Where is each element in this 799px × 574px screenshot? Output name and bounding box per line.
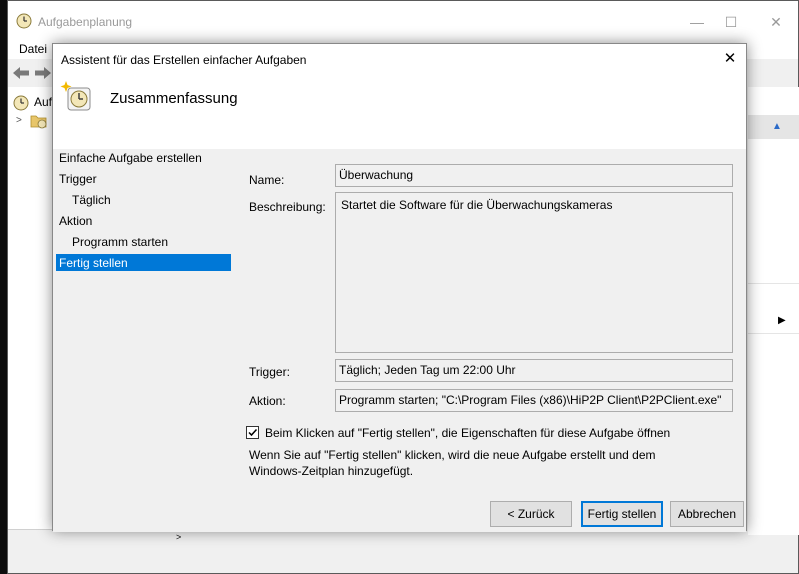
main-window-title: Aufgabenplanung <box>38 15 133 29</box>
scroll-right-icon[interactable]: > <box>176 532 181 542</box>
clock-icon <box>16 13 32 29</box>
divider <box>748 333 799 334</box>
clock-sparkle-icon <box>60 81 91 111</box>
step-aktion[interactable]: Aktion <box>59 214 92 228</box>
actions-pane-header[interactable]: ▲ <box>748 115 799 139</box>
trigger-field[interactable]: Täglich; Jeden Tag um 22:00 Uhr <box>335 359 733 382</box>
description-label: Beschreibung: <box>249 200 326 214</box>
cancel-button[interactable]: Abbrechen <box>670 501 744 527</box>
chevron-right-icon[interactable]: > <box>16 115 22 126</box>
wizard-body: Einfache Aufgabe erstellen Trigger Tägli… <box>53 149 746 532</box>
trigger-label: Trigger: <box>249 365 290 379</box>
wizard-dialog: Assistent für das Erstellen einfacher Au… <box>52 43 747 532</box>
open-properties-label[interactable]: Beim Klicken auf "Fertig stellen", die E… <box>265 426 670 440</box>
expand-right-icon[interactable]: ▶ <box>778 315 786 326</box>
step-einfache-aufgabe[interactable]: Einfache Aufgabe erstellen <box>59 151 202 165</box>
step-trigger[interactable]: Trigger <box>59 172 97 186</box>
folder-clock-icon[interactable] <box>30 113 48 129</box>
step-taeglich[interactable]: Täglich <box>72 193 111 207</box>
wizard-heading: Zusammenfassung <box>110 90 238 107</box>
collapse-up-icon[interactable]: ▲ <box>772 121 782 132</box>
description-field[interactable]: Startet die Software für die Überwachung… <box>335 192 733 353</box>
action-field[interactable]: Programm starten; "C:\Program Files (x86… <box>335 389 733 412</box>
back-button[interactable]: < Zurück <box>490 501 572 527</box>
step-fertig-stellen[interactable]: Fertig stellen <box>56 254 231 271</box>
main-titlebar: Aufgabenplanung — ☐ ✕ <box>8 1 798 39</box>
menu-datei[interactable]: Datei <box>19 42 47 56</box>
close-button[interactable]: ✕ <box>717 48 743 70</box>
close-button[interactable]: ✕ <box>753 9 799 35</box>
maximize-button[interactable]: ☐ <box>708 9 754 35</box>
wizard-titlebar: Assistent für das Erstellen einfacher Au… <box>53 44 746 74</box>
clock-icon <box>13 95 29 111</box>
forward-arrow-icon[interactable] <box>34 66 52 80</box>
divider <box>748 283 799 284</box>
action-label: Aktion: <box>249 394 286 408</box>
wizard-header: Zusammenfassung <box>53 74 746 149</box>
finish-button[interactable]: Fertig stellen <box>581 501 663 527</box>
tree-root-label[interactable]: Auf <box>34 95 52 109</box>
checkmark-icon <box>248 428 258 437</box>
info-text: Wenn Sie auf "Fertig stellen" klicken, w… <box>249 448 656 478</box>
open-properties-checkbox[interactable] <box>246 426 259 439</box>
actions-pane: ▲ ▶ <box>748 87 799 535</box>
back-arrow-icon[interactable] <box>12 66 30 80</box>
step-programm-starten[interactable]: Programm starten <box>72 235 168 249</box>
wizard-title: Assistent für das Erstellen einfacher Au… <box>61 53 307 67</box>
name-field[interactable]: Überwachung <box>335 164 733 187</box>
name-label: Name: <box>249 173 285 187</box>
